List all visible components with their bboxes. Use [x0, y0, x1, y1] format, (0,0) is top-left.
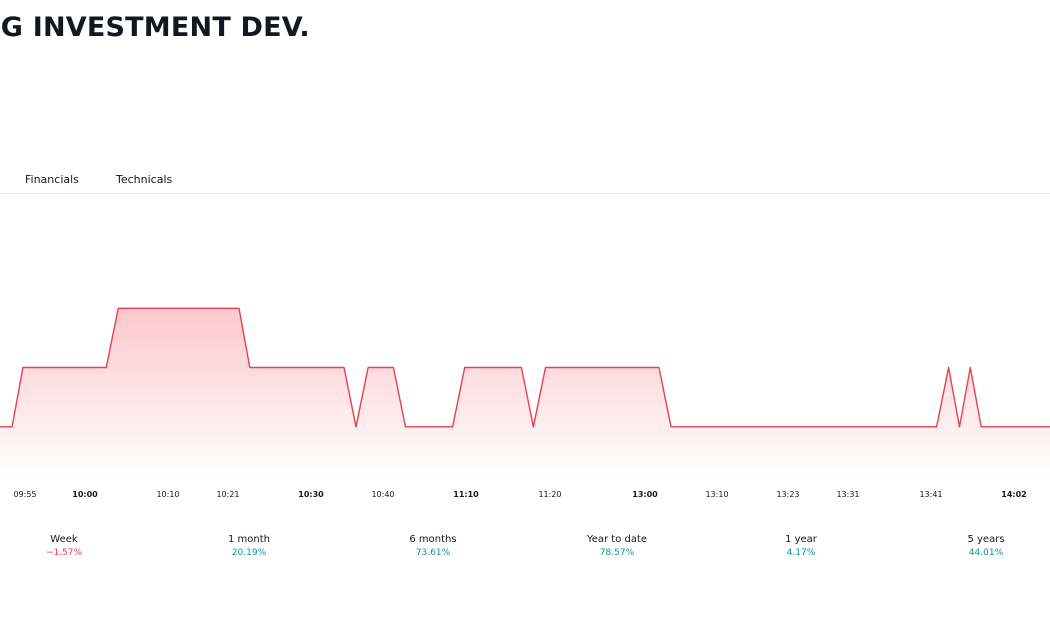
perf-value: 20.19% [231, 548, 267, 558]
perf-week[interactable]: Week −1.57% [9, 533, 119, 560]
perf-1-year[interactable]: 1 year 4.17% [746, 533, 856, 560]
price-chart[interactable]: 09:55 10:00 10:10 10:21 10:30 10:40 11:10 11:20… [0, 194, 1050, 514]
perf-value: 73.61% [415, 548, 451, 558]
x-tick-label: 13:10 [705, 490, 728, 499]
x-tick-label: 10:00 [72, 490, 98, 499]
perf-1-month[interactable]: 1 month 20.19% [194, 533, 304, 560]
price-area-fill [0, 308, 1050, 477]
x-tick-label: 13:31 [836, 490, 859, 499]
perf-label: Year to date [586, 534, 648, 545]
x-tick-label: 10:30 [298, 490, 324, 499]
perf-label: Week [50, 534, 78, 545]
x-tick-label: 13:00 [632, 490, 658, 499]
x-tick-label: 10:10 [156, 490, 179, 499]
perf-label: 1 month [228, 534, 270, 545]
perf-5-years[interactable]: 5 years 44.01% [931, 533, 1041, 560]
perf-value: 44.01% [968, 548, 1004, 558]
x-tick-label: 13:41 [919, 490, 942, 499]
x-tick-label: 11:10 [453, 490, 479, 499]
perf-label: 6 months [409, 534, 457, 545]
tab-bar: Financials Technicals [0, 166, 1050, 194]
perf-value: −1.57% [45, 548, 83, 558]
page-title: NG INVESTMENT DEV. [0, 12, 310, 43]
x-tick-label: 11:20 [538, 490, 561, 499]
x-tick-label: 14:02 [1001, 490, 1026, 499]
perf-value: 4.17% [786, 548, 816, 558]
x-tick-label: 13:23 [776, 490, 799, 499]
perf-label: 1 year [785, 534, 817, 545]
tab-financials[interactable]: Financials [25, 173, 79, 186]
x-tick-label: 09:55 [13, 490, 36, 499]
x-tick-label: 10:21 [216, 490, 239, 499]
price-chart-svg: 09:55 10:00 10:10 10:21 10:30 10:40 11:10 11:20… [0, 307, 1050, 499]
perf-6-months[interactable]: 6 months 73.61% [378, 533, 488, 560]
perf-value: 78.57% [599, 548, 635, 558]
perf-label: 5 years [967, 534, 1005, 545]
x-tick-label: 10:40 [371, 490, 394, 499]
perf-year-to-date[interactable]: Year to date 78.57% [562, 533, 672, 560]
tab-technicals[interactable]: Technicals [116, 173, 172, 186]
